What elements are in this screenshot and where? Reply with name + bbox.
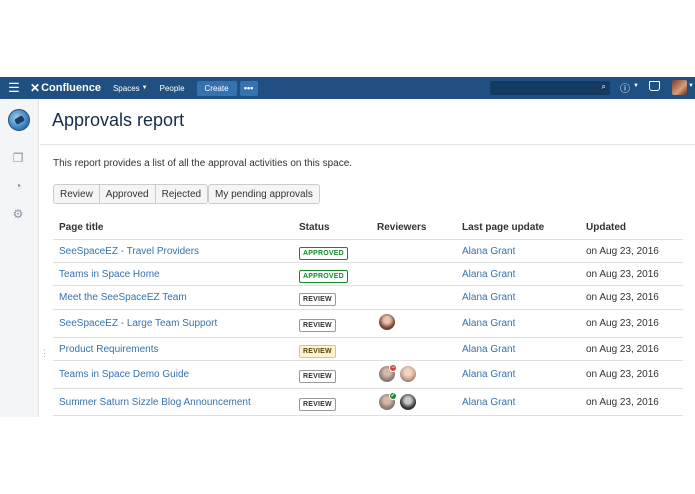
user-link[interactable]: Alana Grant bbox=[462, 269, 515, 280]
page-description: This report provides a list of all the a… bbox=[53, 158, 353, 169]
updated-date: on Aug 23, 2016 bbox=[586, 318, 659, 329]
search-icon: ⌕ bbox=[601, 82, 606, 91]
reviewer-avatar[interactable] bbox=[400, 394, 416, 410]
updated-date: on Aug 23, 2016 bbox=[586, 344, 659, 355]
page-title-link[interactable]: Meet the SeeSpaceEZ Team bbox=[59, 292, 187, 303]
page-title-link[interactable]: Product Requirements bbox=[59, 344, 159, 355]
confluence-logo[interactable]: ✕ Confluence bbox=[30, 81, 101, 95]
column-header-page-title[interactable]: Page title bbox=[59, 222, 103, 233]
approved-check-icon: ✓ bbox=[389, 392, 397, 400]
pages-icon[interactable]: ❐ bbox=[11, 151, 25, 165]
column-header-last-update[interactable]: Last page update bbox=[462, 222, 544, 233]
status-badge: APPROVED bbox=[299, 247, 348, 260]
page-title-link[interactable]: SeeSpaceEZ - Travel Providers bbox=[59, 246, 199, 257]
filter-review-button[interactable]: Review bbox=[53, 184, 100, 204]
page-title-link[interactable]: Teams in Space Home bbox=[59, 269, 160, 280]
page-title-link[interactable]: Summer Saturn Sizzle Blog Announcement bbox=[59, 397, 251, 408]
page-title-link[interactable]: Teams in Space Demo Guide bbox=[59, 369, 189, 380]
create-button[interactable]: Create bbox=[196, 80, 237, 96]
space-tools-icon[interactable]: ⚙ bbox=[11, 207, 25, 221]
user-link[interactable]: Alana Grant bbox=[462, 369, 515, 380]
status-filter-group: Review Approved Rejected bbox=[53, 184, 209, 204]
status-badge: APPROVED bbox=[299, 270, 348, 283]
chevron-down-icon: ▼ bbox=[633, 83, 639, 89]
top-navigation-bar: ☰ ✕ Confluence Spaces ▼ People Create ••… bbox=[0, 77, 695, 99]
page-title: Approvals report bbox=[52, 110, 185, 130]
user-link[interactable]: Alana Grant bbox=[462, 397, 515, 408]
status-badge: REVIEW bbox=[299, 398, 336, 411]
nav-spaces-label: Spaces bbox=[112, 83, 140, 93]
space-sidebar: ❐ ◔ ⚙ bbox=[0, 99, 39, 417]
status-badge: REVIEW bbox=[299, 293, 336, 306]
search-input[interactable]: ⌕ bbox=[490, 81, 610, 95]
help-icon[interactable]: ⓘ bbox=[620, 80, 630, 95]
blog-feed-icon[interactable]: ◔ bbox=[11, 179, 25, 193]
user-link[interactable]: Alana Grant bbox=[462, 344, 515, 355]
chevron-down-icon: ▼ bbox=[141, 85, 148, 91]
nav-people-label: People bbox=[159, 83, 185, 93]
notifications-icon[interactable] bbox=[649, 81, 660, 91]
nav-spaces[interactable]: Spaces ▼ bbox=[113, 84, 148, 93]
status-badge: REVIEW bbox=[299, 345, 336, 358]
filter-rejected-button[interactable]: Rejected bbox=[155, 184, 209, 204]
user-link[interactable]: Alana Grant bbox=[462, 318, 515, 329]
reviewer-avatar[interactable] bbox=[400, 366, 416, 382]
confluence-logo-text: Confluence bbox=[41, 82, 101, 94]
chevron-down-icon: ▼ bbox=[688, 83, 694, 89]
app-menu-icon[interactable]: ☰ bbox=[0, 77, 28, 99]
filter-approved-button[interactable]: Approved bbox=[99, 184, 156, 204]
my-pending-approvals-button[interactable]: My pending approvals bbox=[208, 184, 320, 204]
confluence-mark-icon: ✕ bbox=[30, 81, 41, 95]
status-badge: REVIEW bbox=[299, 319, 336, 332]
updated-date: on Aug 23, 2016 bbox=[586, 369, 659, 380]
user-link[interactable]: Alana Grant bbox=[462, 292, 515, 303]
user-avatar[interactable] bbox=[672, 80, 687, 95]
sidebar-resize-handle[interactable]: ⋮ bbox=[40, 348, 49, 359]
updated-date: on Aug 23, 2016 bbox=[586, 246, 659, 257]
updated-date: on Aug 23, 2016 bbox=[586, 269, 659, 280]
more-create-button[interactable]: ••• bbox=[239, 80, 258, 96]
user-link[interactable]: Alana Grant bbox=[462, 246, 515, 257]
status-badge: REVIEW bbox=[299, 370, 336, 383]
updated-date: on Aug 23, 2016 bbox=[586, 397, 659, 408]
nav-people[interactable]: People bbox=[160, 84, 185, 93]
reviewer-avatar[interactable] bbox=[379, 314, 395, 330]
column-header-reviewers[interactable]: Reviewers bbox=[377, 222, 426, 233]
updated-date: on Aug 23, 2016 bbox=[586, 292, 659, 303]
space-logo[interactable] bbox=[8, 109, 30, 131]
rejected-icon: − bbox=[389, 364, 397, 372]
column-header-updated[interactable]: Updated bbox=[586, 222, 626, 233]
column-header-status[interactable]: Status bbox=[299, 222, 330, 233]
page-title-link[interactable]: SeeSpaceEZ - Large Team Support bbox=[59, 318, 217, 329]
divider bbox=[40, 144, 695, 145]
